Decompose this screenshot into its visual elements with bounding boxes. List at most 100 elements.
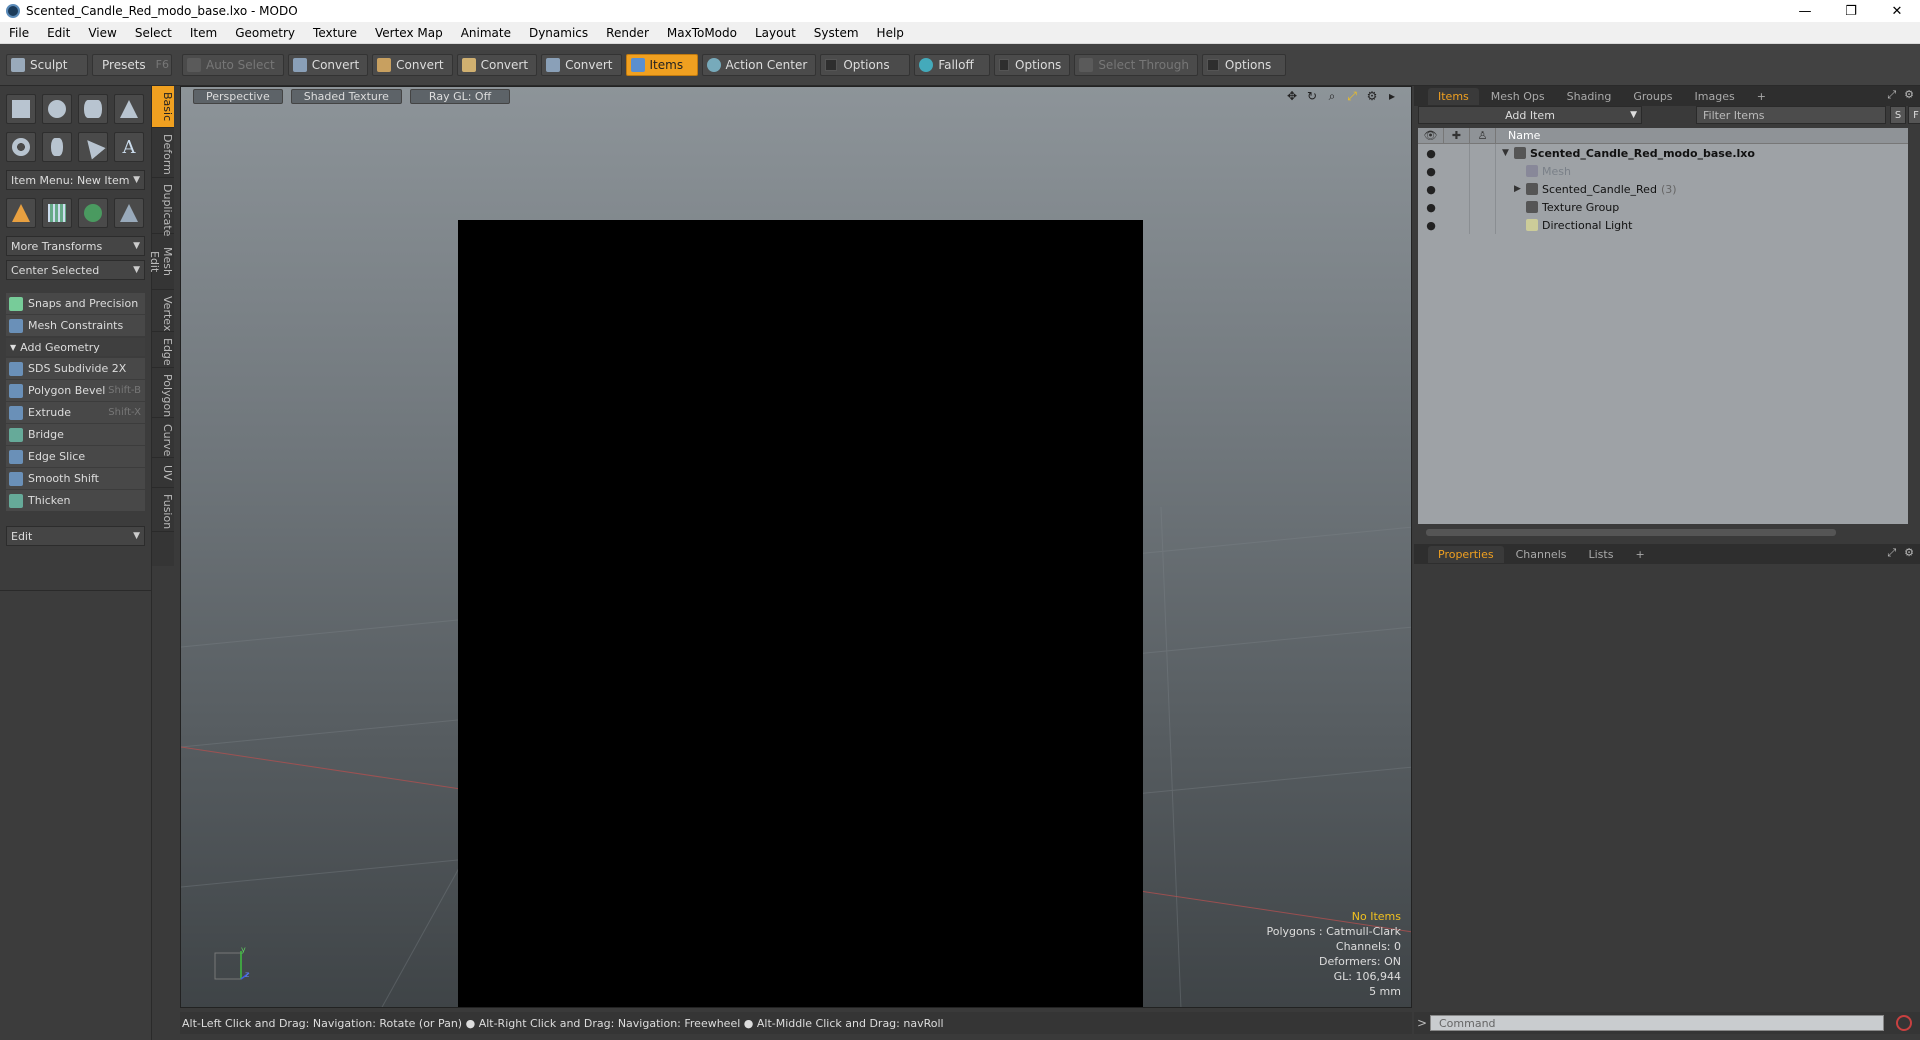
eye-icon[interactable]: ● [1418, 165, 1444, 178]
falloff-options-checkbox[interactable] [999, 58, 1009, 71]
rotate-icon[interactable]: ↻ [1305, 89, 1319, 103]
scrollbar-thumb[interactable] [1426, 529, 1836, 536]
tab-properties[interactable]: Properties [1428, 545, 1504, 563]
tab-deform[interactable]: Deform [152, 128, 174, 178]
torus-tool[interactable] [6, 132, 36, 162]
action-center-options-button[interactable]: Options [820, 53, 911, 76]
center-selected-dropdown[interactable]: Center Selected ▼ [6, 260, 145, 280]
options-checkbox[interactable] [825, 58, 838, 71]
tab-edge[interactable]: Edge [152, 332, 174, 368]
select-through-options-checkbox[interactable] [1206, 58, 1219, 71]
gear-icon[interactable]: ⚙ [1904, 88, 1914, 102]
f-filter-button[interactable]: F [1908, 106, 1920, 124]
menu-edit[interactable]: Edit [38, 26, 79, 40]
tab-curve[interactable]: Curve [152, 418, 174, 458]
s-filter-button[interactable]: S [1890, 106, 1906, 124]
lock-column[interactable]: ✚ [1444, 127, 1470, 144]
extrude-button[interactable]: Extrude Shift-X [6, 402, 145, 423]
command-input[interactable]: Command [1430, 1015, 1884, 1031]
tab-channels[interactable]: Channels [1506, 546, 1577, 563]
expand-arrow-icon[interactable]: ▸ [1385, 89, 1399, 103]
visibility-column[interactable]: 👁 [1418, 127, 1444, 144]
eye-icon[interactable]: ● [1418, 201, 1444, 214]
menu-view[interactable]: View [79, 26, 125, 40]
sculpt-button[interactable]: Sculpt [6, 53, 88, 76]
add-props-tab-button[interactable]: + [1625, 546, 1654, 563]
tab-mesh-edit[interactable]: Mesh Edit [148, 234, 174, 290]
auto-select-button[interactable]: Auto Select [182, 53, 284, 76]
select-through-options-button[interactable]: Options [1201, 53, 1286, 76]
eye-icon[interactable]: ● [1418, 219, 1444, 232]
more-transforms-dropdown[interactable]: More Transforms ▼ [6, 236, 145, 256]
menu-render[interactable]: Render [597, 26, 658, 40]
sphere-tool[interactable] [42, 94, 72, 124]
fit-icon[interactable]: ⤢ [1345, 89, 1359, 103]
tab-basic[interactable]: Basic [152, 86, 174, 128]
polygon-bevel-button[interactable]: Polygon Bevel Shift-B [6, 380, 145, 401]
action-center-button[interactable]: Action Center [701, 53, 817, 76]
convert-edges-button[interactable]: Convert [372, 53, 453, 76]
tree-horizontal-scrollbar[interactable] [1418, 526, 1908, 538]
tab-uv[interactable]: UV [152, 458, 174, 488]
expand-arrow-icon[interactable]: ▼ [1502, 148, 1514, 158]
snaps-precision-button[interactable]: Snaps and Precision [6, 293, 145, 314]
record-macro-icon[interactable] [1896, 1015, 1912, 1031]
add-tab-button[interactable]: + [1747, 88, 1776, 105]
menu-geometry[interactable]: Geometry [226, 26, 304, 40]
text-tool[interactable]: A [114, 132, 144, 162]
mesh-constraints-button[interactable]: Mesh Constraints [6, 315, 145, 336]
3d-viewport[interactable]: Perspective Shaded Texture Ray GL: Off ✥… [180, 86, 1412, 1008]
tree-row-texture-group[interactable]: ● Texture Group [1418, 198, 1908, 216]
menu-maxtomodo[interactable]: MaxToModo [658, 26, 746, 40]
convert-polygons-button[interactable]: Convert [456, 53, 538, 76]
menu-animate[interactable]: Animate [452, 26, 520, 40]
cylinder-tool[interactable] [78, 94, 108, 124]
close-button[interactable]: ✕ [1874, 0, 1920, 22]
eye-icon[interactable]: ● [1418, 183, 1444, 196]
tree-row-directional-light[interactable]: ● Directional Light [1418, 216, 1908, 234]
item-menu-dropdown[interactable]: Item Menu: New Item ▼ [6, 170, 145, 190]
globe-tool[interactable] [78, 198, 108, 228]
thicken-button[interactable]: Thicken [6, 490, 145, 511]
capsule-tool[interactable] [42, 132, 72, 162]
tree-row-candle-group[interactable]: ● ▶ Scented_Candle_Red (3) [1418, 180, 1908, 198]
tree-row-mesh[interactable]: ● Mesh [1418, 162, 1908, 180]
expand-arrow-icon[interactable]: ▶ [1514, 184, 1526, 194]
menu-item[interactable]: Item [181, 26, 226, 40]
shading-mode-button[interactable]: Shaded Texture [290, 88, 402, 104]
select-through-button[interactable]: Select Through [1074, 53, 1198, 76]
falloff-button[interactable]: Falloff [914, 53, 991, 76]
view-perspective-button[interactable]: Perspective [193, 88, 283, 104]
add-geometry-section[interactable]: ▼ Add Geometry [6, 338, 145, 356]
pen-tool[interactable] [78, 132, 108, 162]
tab-images[interactable]: Images [1685, 88, 1745, 105]
tab-fusion[interactable]: Fusion [152, 488, 174, 532]
maximize-icon[interactable]: ⤢ [1887, 546, 1896, 560]
menu-vertex-map[interactable]: Vertex Map [366, 26, 452, 40]
eye-icon[interactable]: ● [1418, 147, 1444, 160]
edge-slice-button[interactable]: Edge Slice [6, 446, 145, 467]
smooth-shift-button[interactable]: Smooth Shift [6, 468, 145, 489]
tree-row-scene[interactable]: ● ▼ Scented_Candle_Red_modo_base.lxo [1418, 144, 1908, 162]
tab-mesh-ops[interactable]: Mesh Ops [1481, 88, 1555, 105]
sds-subdivide-button[interactable]: SDS Subdivide 2X [6, 358, 145, 379]
cube-tool[interactable] [6, 94, 36, 124]
tab-groups[interactable]: Groups [1623, 88, 1682, 105]
color-column[interactable]: ♙ [1470, 127, 1496, 144]
cone-tool[interactable] [114, 94, 144, 124]
menu-file[interactable]: File [0, 26, 38, 40]
bridge-button[interactable]: Bridge [6, 424, 145, 445]
tab-shading[interactable]: Shading [1557, 88, 1622, 105]
edit-dropdown[interactable]: Edit ▼ [6, 526, 145, 546]
items-mode-button[interactable]: Items [625, 53, 698, 76]
gear-icon[interactable]: ⚙ [1365, 89, 1379, 103]
filter-items-input[interactable]: Filter Items [1696, 106, 1886, 124]
menu-select[interactable]: Select [126, 26, 181, 40]
zoom-icon[interactable]: ⌕ [1325, 89, 1339, 103]
transform-tool[interactable] [6, 198, 36, 228]
convert-vertices-button[interactable]: Convert [287, 53, 369, 76]
grid-tool[interactable] [42, 198, 72, 228]
maximize-icon[interactable]: ⤢ [1887, 88, 1896, 102]
add-item-dropdown[interactable]: Add Item ▼ [1418, 106, 1642, 124]
minimize-button[interactable]: — [1782, 0, 1828, 22]
